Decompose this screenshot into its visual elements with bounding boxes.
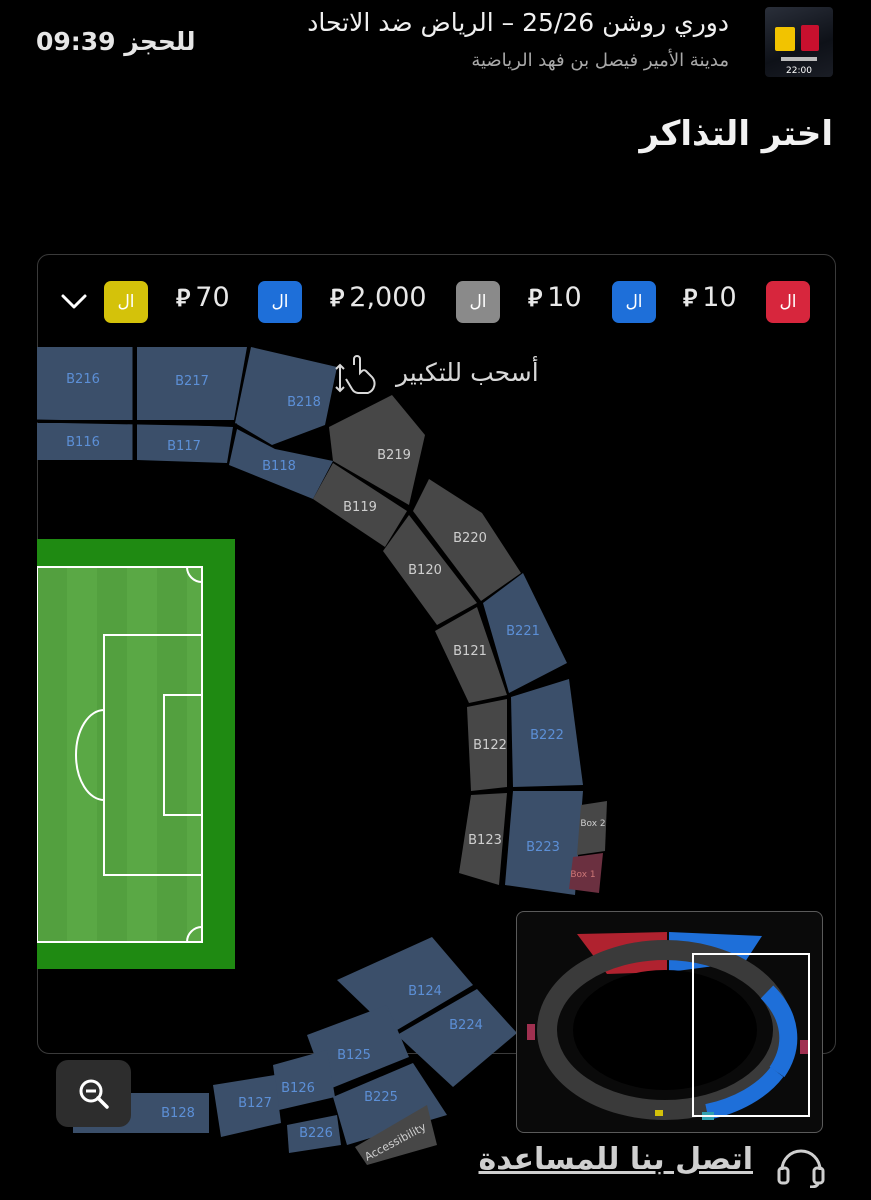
price-chip-blue[interactable]: ال [612, 281, 656, 323]
event-thumbnail: 22:00 [765, 7, 833, 77]
minimap[interactable] [516, 911, 823, 1133]
label-B125: B125 [337, 1048, 371, 1063]
price-chip-red[interactable]: ال [766, 281, 810, 323]
label-Box1: Box 1 [570, 870, 595, 880]
label-B128: B128 [161, 1106, 195, 1121]
price-gray: ⃁ 2,000 [330, 282, 427, 313]
label-B120: B120 [408, 563, 442, 578]
label-B222: B222 [530, 728, 564, 743]
zoom-out-button[interactable] [56, 1060, 131, 1127]
page-title: اختر التذاكر [639, 114, 833, 154]
label-B121: B121 [453, 644, 487, 659]
price-red: ⃁ 10 [683, 282, 737, 313]
event-venue: مدينة الأمير فيصل بن فهد الرياضية [471, 50, 729, 71]
label-Box2: Box 2 [580, 819, 605, 829]
label-B122: B122 [473, 738, 507, 753]
chevron-down-icon[interactable] [58, 288, 90, 316]
label-B219: B219 [377, 448, 411, 463]
drag-to-zoom-hint: أسحب للتكبير [396, 358, 539, 387]
label-B123: B123 [468, 833, 502, 848]
label-B224: B224 [449, 1018, 483, 1033]
section-B218[interactable] [235, 347, 337, 445]
label-B216: B216 [66, 372, 100, 387]
label-B119: B119 [343, 500, 377, 515]
label-B218: B218 [287, 395, 321, 410]
price-chip-blue-2[interactable]: ال [258, 281, 302, 323]
label-B226: B226 [299, 1126, 333, 1141]
label-B117: B117 [167, 439, 201, 454]
zoom-out-icon [79, 1079, 109, 1109]
price-blue: ⃁ 10 [528, 282, 582, 313]
thumb-time: 22:00 [786, 66, 812, 76]
label-B225: B225 [364, 1090, 398, 1105]
label-B127: B127 [238, 1096, 272, 1111]
headset-icon [777, 1149, 825, 1188]
price-chip-yellow[interactable]: ال [104, 281, 148, 323]
price-chip-gray[interactable]: ال [456, 281, 500, 323]
contact-help-link[interactable]: اتصل بنا للمساعدة [479, 1142, 754, 1177]
label-B116: B116 [66, 435, 100, 450]
label-B220: B220 [453, 531, 487, 546]
booking-timer: 09:39 للحجز [36, 27, 196, 56]
pinch-zoom-icon [334, 351, 386, 401]
event-title: دوري روشن 25/26 – الرياض ضد الاتحاد [307, 8, 729, 37]
label-B217: B217 [175, 374, 209, 389]
label-B126: B126 [281, 1081, 315, 1096]
section-B126[interactable] [273, 1050, 335, 1110]
price-blue-2: ⃁ 70 [176, 282, 230, 313]
label-B124: B124 [408, 984, 442, 999]
label-B118: B118 [262, 459, 296, 474]
label-B221: B221 [506, 624, 540, 639]
label-B223: B223 [526, 840, 560, 855]
